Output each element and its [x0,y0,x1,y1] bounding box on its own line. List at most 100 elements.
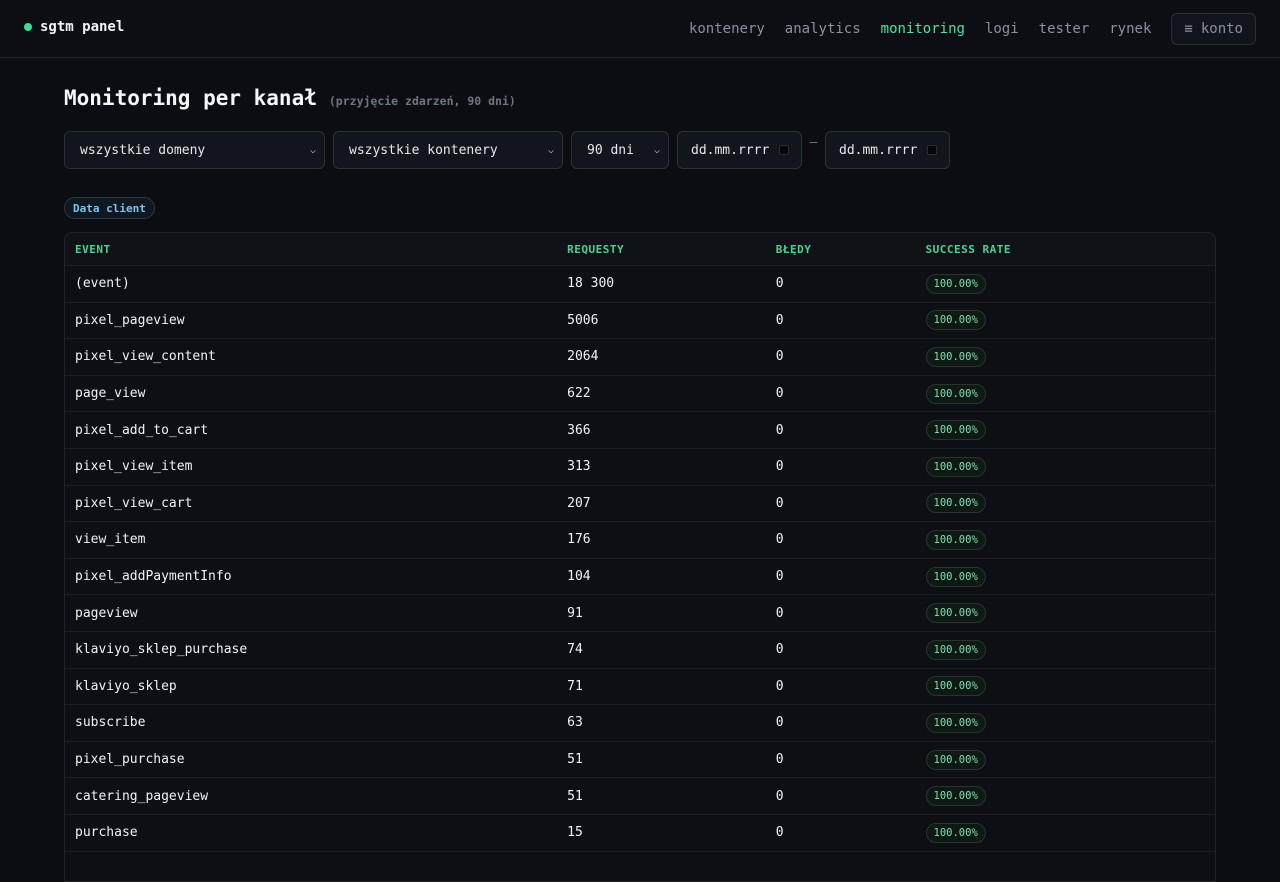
date-to-input[interactable]: dd.mm.rrrr [825,131,950,169]
table-row[interactable]: catering_pageview 51 0 100.00% [65,778,1215,815]
success-rate-badge: 100.00% [925,676,986,697]
brand[interactable]: sgtm panel [24,19,124,35]
requests-count: 5006 [567,312,599,328]
container-select[interactable]: wszystkie kontenery ⌵ [333,131,563,169]
event-name: pixel_view_content [75,349,216,365]
column-header-event[interactable]: EVENT [65,243,567,256]
requests-count: 74 [567,642,583,658]
table-row[interactable]: klaviyo_sklep 71 0 100.00% [65,669,1215,706]
nav-analytics[interactable]: analytics [785,21,861,37]
requests-count: 366 [567,422,591,438]
date-separator: – [809,134,818,150]
table-row[interactable]: pixel_view_cart 207 0 100.00% [65,486,1215,523]
success-rate-badge: 100.00% [925,749,986,770]
top-bar: sgtm panel kontenery analytics monitorin… [0,0,1280,58]
requests-count: 51 [567,788,583,804]
event-name: catering_pageview [75,788,209,804]
success-rate-cell: 100.00% [925,273,1215,294]
requests-count: 2064 [567,349,599,365]
success-rate-badge: 100.00% [925,346,986,367]
account-label: konto [1200,21,1243,37]
nav-monitoring[interactable]: monitoring [881,21,965,37]
column-header-errors[interactable]: BŁĘDY [776,243,926,256]
domain-select-value: wszystkie domeny [80,142,206,158]
table-row[interactable]: pageview 91 0 100.00% [65,595,1215,632]
table-row[interactable]: pixel_add_to_cart 366 0 100.00% [65,412,1215,449]
table-row[interactable]: pixel_purchase 51 0 100.00% [65,742,1215,779]
event-name: pixel_add_to_cart [75,422,209,438]
filters-bar: wszystkie domeny ⌵ wszystkie kontenery ⌵… [64,131,950,169]
success-rate-cell: 100.00% [925,383,1215,404]
column-header-requests[interactable]: REQUESTY [567,243,776,256]
event-name: klaviyo_sklep_purchase [75,642,248,658]
errors-count: 0 [775,605,784,621]
table-row[interactable]: pixel_addPaymentInfo 104 0 100.00% [65,559,1215,596]
errors-count: 0 [775,715,784,731]
chevron-down-icon: ⌵ [653,144,660,156]
container-select-value: wszystkie kontenery [349,142,498,158]
table-row[interactable]: view_item 176 0 100.00% [65,522,1215,559]
success-rate-cell: 100.00% [925,639,1215,660]
event-name: page_view [75,386,146,402]
requests-count: 63 [567,715,583,731]
page-title: Monitoring per kanał [64,86,317,110]
requests-count: 91 [567,605,583,621]
event-name: pixel_addPaymentInfo [75,569,232,585]
table-row[interactable]: pixel_view_content 2064 0 100.00% [65,339,1215,376]
table-row[interactable]: page_view 622 0 100.00% [65,376,1215,413]
errors-count: 0 [775,678,784,694]
date-from-placeholder: dd.mm.rrrr [691,142,770,158]
event-name: purchase [75,825,138,841]
nav-kontenery[interactable]: kontenery [689,21,765,37]
event-name: view_item [75,532,146,548]
success-rate-badge: 100.00% [925,310,986,331]
nav-logi[interactable]: logi [985,21,1019,37]
menu-icon: ≡ [1184,21,1193,37]
table-row[interactable]: pixel_view_item 313 0 100.00% [65,449,1215,486]
chevron-down-icon: ⌵ [309,144,316,156]
chevron-down-icon: ⌵ [547,144,554,156]
account-button[interactable]: ≡ konto [1171,13,1256,45]
table-row[interactable]: (event) 18 300 0 100.00% [65,266,1215,303]
event-name: subscribe [75,715,146,731]
event-name: pixel_pageview [75,312,185,328]
status-dot-icon [24,23,32,31]
success-rate-cell: 100.00% [925,712,1215,733]
success-rate-cell: 100.00% [925,456,1215,477]
nav-tester[interactable]: tester [1039,21,1090,37]
errors-count: 0 [775,459,784,475]
table-row[interactable]: pixel_pageview 5006 0 100.00% [65,303,1215,340]
title-row: Monitoring per kanał (przyjęcie zdarzeń,… [64,86,516,110]
errors-count: 0 [775,495,784,511]
requests-count: 18 300 [567,276,615,292]
requests-count: 71 [567,678,583,694]
calendar-icon[interactable] [779,145,789,155]
success-rate-cell: 100.00% [925,676,1215,697]
domain-select[interactable]: wszystkie domeny ⌵ [64,131,325,169]
date-to-placeholder: dd.mm.rrrr [839,142,918,158]
success-rate-badge: 100.00% [925,456,986,477]
success-rate-cell: 100.00% [925,346,1215,367]
nav-rynek[interactable]: rynek [1109,21,1151,37]
table-row[interactable]: purchase 15 0 100.00% [65,815,1215,852]
success-rate-cell: 100.00% [925,529,1215,550]
errors-count: 0 [775,532,784,548]
table-row[interactable]: klaviyo_sklep_purchase 74 0 100.00% [65,632,1215,669]
errors-count: 0 [775,825,784,841]
range-select[interactable]: 90 dni ⌵ [571,131,669,169]
success-rate-cell: 100.00% [925,603,1215,624]
table-row[interactable]: subscribe 63 0 100.00% [65,705,1215,742]
column-header-success-rate[interactable]: SUCCESS RATE [926,243,1215,256]
success-rate-cell: 100.00% [925,749,1215,770]
brand-name: sgtm panel [40,19,125,35]
success-rate-cell: 100.00% [925,786,1215,807]
calendar-icon[interactable] [927,145,937,155]
success-rate-badge: 100.00% [925,383,986,404]
requests-count: 207 [567,495,591,511]
errors-count: 0 [775,642,784,658]
success-rate-badge: 100.00% [925,273,986,294]
success-rate-badge: 100.00% [925,493,986,514]
success-rate-cell: 100.00% [925,420,1215,441]
events-table: EVENT REQUESTY BŁĘDY SUCCESS RATE (event… [64,232,1216,882]
date-from-input[interactable]: dd.mm.rrrr [677,131,802,169]
